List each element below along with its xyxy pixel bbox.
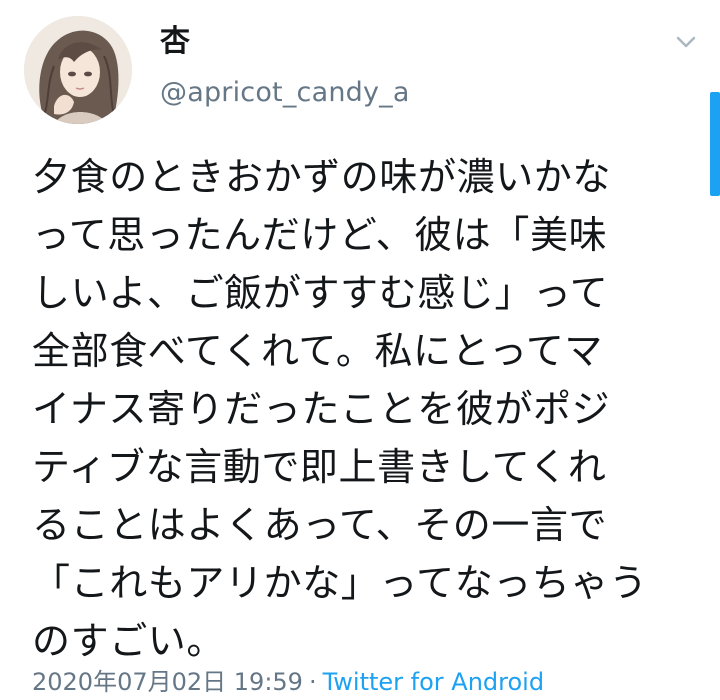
avatar[interactable] [24,16,132,124]
tweet-timestamp[interactable]: 2020年07月02日 19:59 [32,668,303,696]
avatar-illustration [24,16,132,124]
tweet-card: 杏 @apricot_candy_a 夕食のときおかずの味が濃いかな って思った… [0,0,720,700]
tweet-text: 夕食のときおかずの味が濃いかな って思ったんだけど、彼は「美味 しいよ、ご飯がす… [32,155,648,663]
chevron-down-icon[interactable] [672,30,700,54]
display-name[interactable]: 杏 [160,24,190,60]
tweet-meta: 2020年07月02日 19:59 · Twitter for Android [32,664,544,700]
scrollbar[interactable] [710,92,720,196]
tweet-source-link[interactable]: Twitter for Android [323,668,544,696]
meta-separator: · [308,668,317,696]
user-handle[interactable]: @apricot_candy_a [160,76,410,110]
